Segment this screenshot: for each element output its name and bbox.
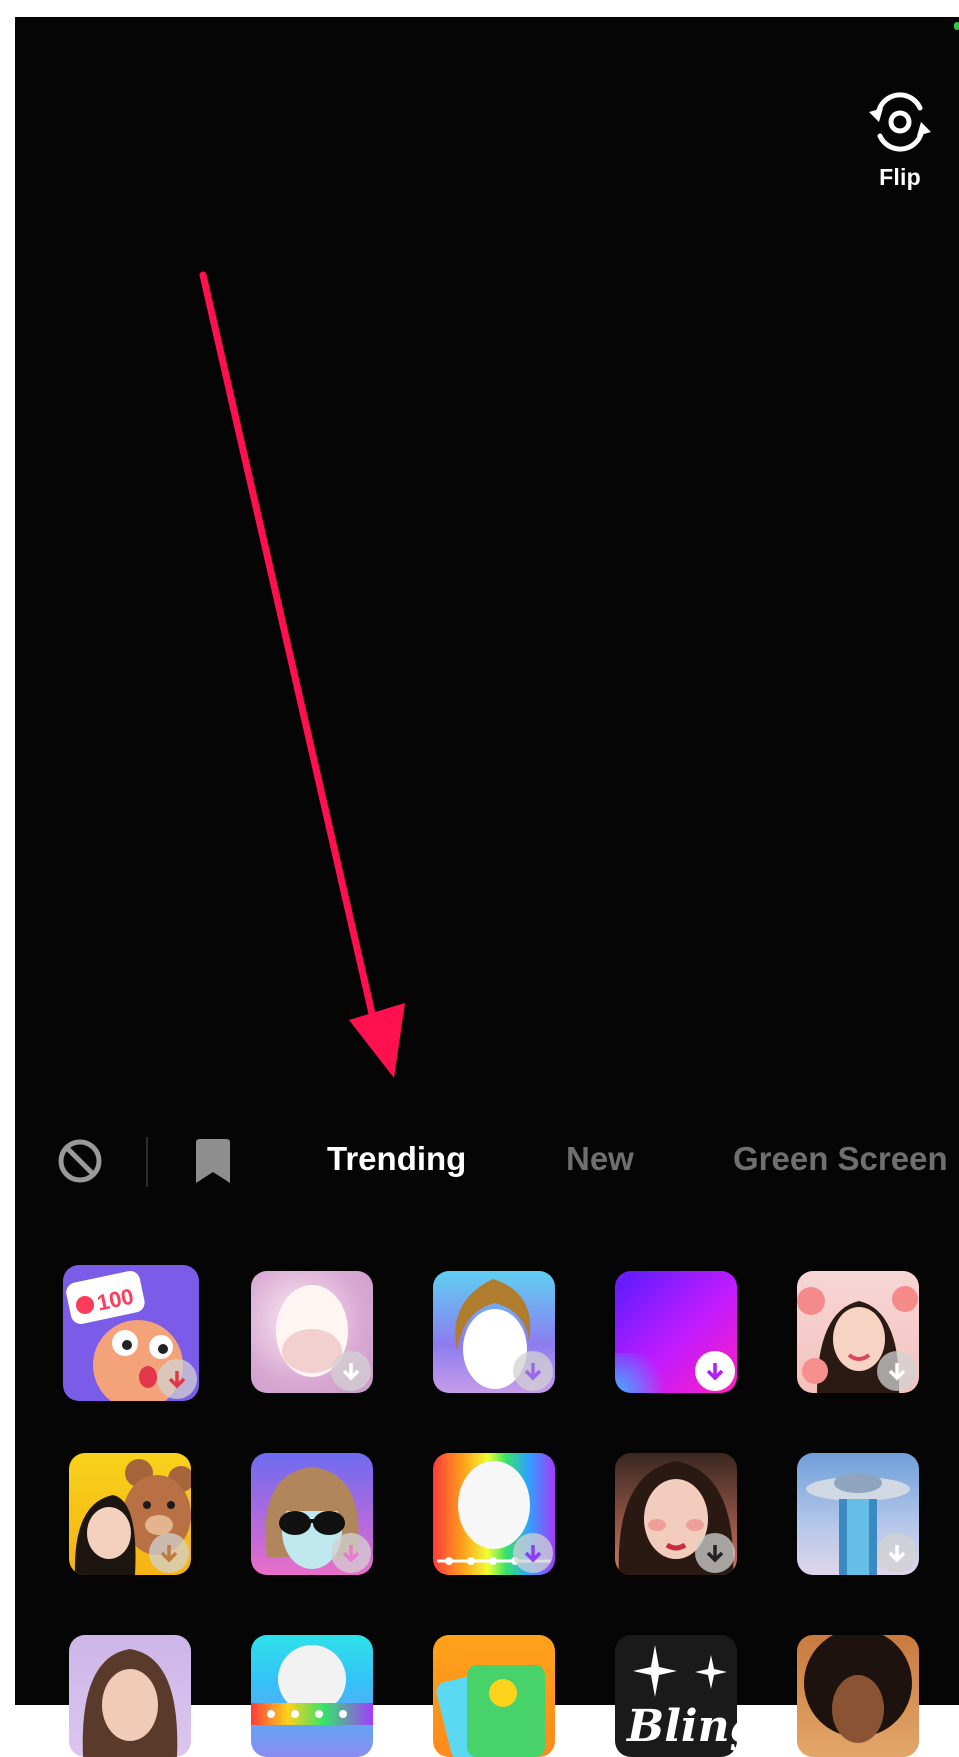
effect-100-likes-emoji[interactable]: 100 [63, 1265, 199, 1401]
download-icon [695, 1351, 735, 1391]
tab-trending[interactable]: Trending [327, 1140, 466, 1178]
portrait-icon [804, 1635, 912, 1743]
rainbow-bar-icon [251, 1645, 373, 1725]
download-icon [157, 1359, 197, 1399]
download-icon [149, 1533, 189, 1573]
download-icon [877, 1533, 917, 1573]
download-icon [331, 1533, 371, 1573]
flip-label: Flip [879, 164, 921, 190]
effect-photo-gallery[interactable] [433, 1635, 555, 1757]
download-icon [513, 1533, 553, 1573]
bling-text: Bling [627, 1701, 737, 1752]
effect-glow-face[interactable] [251, 1271, 373, 1393]
effect-ufo-tower[interactable] [797, 1453, 919, 1575]
camera-flip-icon [869, 92, 931, 152]
portrait-icon [82, 1649, 178, 1757]
no-effect-icon[interactable] [57, 1138, 103, 1184]
effects-tab-bar: Trending New Green Screen [15, 1120, 959, 1204]
effect-curly-hair-woman[interactable] [797, 1635, 919, 1757]
effect-bling-sparkle[interactable]: Bling [615, 1635, 737, 1757]
effect-purple-gradient[interactable] [615, 1271, 737, 1393]
effect-sunglasses-bob[interactable] [251, 1453, 373, 1575]
flip-camera-button[interactable]: Flip [855, 90, 945, 191]
effect-teddy-bear-girl[interactable] [69, 1453, 191, 1575]
effect-rainbow-face[interactable] [433, 1453, 555, 1575]
gallery-icon [436, 1665, 545, 1757]
status-indicator [954, 22, 959, 30]
bookmark-icon[interactable] [194, 1138, 232, 1184]
download-icon [331, 1351, 371, 1391]
effects-grid: 100 Blin [15, 1255, 959, 1757]
effect-blush-girl[interactable] [615, 1453, 737, 1575]
download-icon [513, 1351, 553, 1391]
effect-peach-girl[interactable] [797, 1271, 919, 1393]
tab-divider [146, 1137, 148, 1187]
effect-rainbow-bar[interactable] [251, 1635, 373, 1757]
tab-green-screen[interactable]: Green Screen [733, 1140, 948, 1178]
download-icon [695, 1533, 735, 1573]
effect-hair-face[interactable] [433, 1271, 555, 1393]
download-icon [877, 1351, 917, 1391]
effect-long-hair-girl[interactable] [69, 1635, 191, 1757]
tab-new[interactable]: New [566, 1140, 634, 1178]
